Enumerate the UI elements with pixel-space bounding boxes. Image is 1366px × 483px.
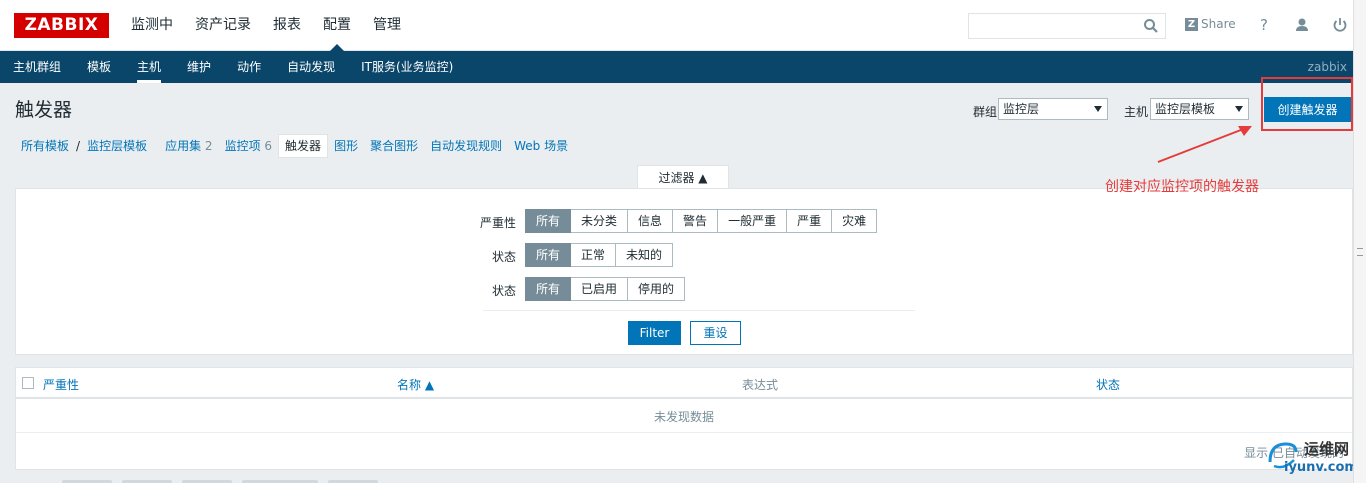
- power-icon[interactable]: [1331, 16, 1349, 34]
- annotation-arrow-icon: [1157, 126, 1252, 163]
- crumb-screens[interactable]: 聚合图形: [364, 135, 424, 157]
- annotation-text: 创建对应监控项的触发器: [1105, 179, 1259, 195]
- column-status[interactable]: 状态: [1096, 376, 1120, 393]
- empty-message: 未发现数据: [16, 401, 1352, 433]
- subnav-templates[interactable]: 模板: [74, 51, 124, 83]
- column-name[interactable]: 名称 ▲: [397, 376, 434, 393]
- crumb-web-scenarios[interactable]: Web 场景: [508, 135, 574, 157]
- crumb-template[interactable]: 监控层模板: [81, 135, 153, 157]
- menu-monitoring[interactable]: 监测中: [120, 0, 184, 51]
- status-disabled[interactable]: 停用的: [628, 277, 686, 301]
- menu-administration[interactable]: 管理: [362, 0, 412, 51]
- subnav-discovery[interactable]: 自动发现: [274, 51, 348, 83]
- zabbix-logo[interactable]: ZABBIX: [14, 13, 109, 38]
- watermark-url: iyunv.com: [1284, 460, 1358, 475]
- state-normal[interactable]: 正常: [571, 243, 617, 267]
- crumb-applications[interactable]: 应用集 2: [159, 135, 218, 157]
- severity-label: 严重性: [479, 216, 516, 230]
- severity-high[interactable]: 严重: [787, 209, 833, 233]
- crumb-triggers[interactable]: 触发器: [278, 134, 329, 158]
- crumb-applications-count: 2: [204, 139, 213, 153]
- host-select[interactable]: 监控层模板: [1150, 98, 1249, 120]
- page-scrollbar[interactable]: [1353, 0, 1366, 483]
- chevron-down-icon: [1094, 106, 1102, 112]
- status-segmented: 所有 已启用 停用的: [525, 277, 686, 301]
- chevron-down-icon: [1235, 106, 1243, 112]
- page-title: 触发器: [15, 99, 73, 121]
- crumb-items-label: 监控项: [224, 139, 261, 153]
- host-select-value: 监控层模板: [1155, 102, 1216, 116]
- severity-average[interactable]: 一般严重: [718, 209, 788, 233]
- reset-button[interactable]: 重设: [690, 321, 741, 345]
- severity-segmented: 所有 未分类 信息 警告 一般严重 严重 灾难: [525, 209, 878, 233]
- severity-all[interactable]: 所有: [525, 209, 572, 233]
- subnav-actions[interactable]: 动作: [224, 51, 274, 83]
- zabbix-share-icon: Z: [1185, 17, 1198, 31]
- status-enabled[interactable]: 已启用: [571, 277, 629, 301]
- state-label: 状态: [491, 250, 516, 264]
- filter-panel: 严重性 所有 未分类 信息 警告 一般严重 严重 灾难 状态 所有 正常 未知的…: [15, 188, 1353, 355]
- bottom-pager-strip: [0, 476, 1353, 483]
- crumb-items[interactable]: 监控项 6: [219, 135, 278, 157]
- group-select-value: 监控层: [1003, 102, 1040, 116]
- crumb-discovery-rules[interactable]: 自动发现规则: [424, 135, 508, 157]
- watermark-title: 运维网: [1304, 440, 1350, 458]
- search-icon[interactable]: [1143, 18, 1159, 34]
- search-input[interactable]: [968, 13, 1166, 39]
- filter-divider: [483, 310, 915, 311]
- watermark: 运维网 iyunv.com: [1264, 436, 1360, 480]
- crumb-all-templates[interactable]: 所有模板: [15, 135, 75, 157]
- subnav-it-services[interactable]: IT服务(业务监控): [348, 51, 466, 83]
- state-unknown[interactable]: 未知的: [616, 243, 674, 267]
- scrollbar-grip[interactable]: [1357, 248, 1363, 256]
- severity-information[interactable]: 信息: [628, 209, 674, 233]
- status-label: 状态: [491, 284, 516, 298]
- menu-inventory[interactable]: 资产记录: [184, 0, 262, 51]
- menu-configuration[interactable]: 配置: [312, 0, 362, 51]
- sub-navigation: 主机群组 模板 主机 维护 动作 自动发现 IT服务(业务监控) zabbix: [0, 51, 1353, 83]
- help-icon[interactable]: ?: [1255, 16, 1273, 34]
- top-header: ZABBIX 监测中 资产记录 报表 配置 管理 Z Share ?: [0, 0, 1353, 51]
- user-icon[interactable]: [1293, 16, 1311, 34]
- main-menu: 监测中 资产记录 报表 配置 管理: [120, 0, 412, 51]
- subnav-maintenance[interactable]: 维护: [174, 51, 224, 83]
- host-label: 主机: [1124, 105, 1149, 119]
- filter-button[interactable]: Filter: [628, 321, 681, 345]
- filter-tab[interactable]: 过滤器 ▲: [637, 165, 729, 189]
- triggers-table: 严重性 名称 ▲ 表达式 状态 未发现数据 显示 已自动发现的: [15, 367, 1353, 470]
- state-all[interactable]: 所有: [525, 243, 572, 267]
- severity-disaster[interactable]: 灾难: [832, 209, 878, 233]
- status-all[interactable]: 所有: [525, 277, 572, 301]
- crumb-applications-label: 应用集: [165, 139, 202, 153]
- annotation-highlight-box: [1261, 77, 1353, 131]
- state-segmented: 所有 正常 未知的: [525, 243, 674, 267]
- group-select[interactable]: 监控层: [998, 98, 1108, 120]
- subnav-host-groups[interactable]: 主机群组: [0, 51, 74, 83]
- column-expression: 表达式: [742, 378, 779, 392]
- group-label: 群组: [973, 105, 998, 119]
- crumb-graphs[interactable]: 图形: [328, 135, 364, 157]
- severity-warning[interactable]: 警告: [673, 209, 719, 233]
- select-all-checkbox[interactable]: [22, 377, 34, 389]
- share-link[interactable]: Z Share: [1185, 17, 1236, 31]
- table-header: 严重性 名称 ▲ 表达式 状态: [16, 368, 1352, 399]
- severity-not-classified[interactable]: 未分类: [571, 209, 629, 233]
- column-severity[interactable]: 严重性: [43, 376, 79, 393]
- crumb-items-count: 6: [264, 139, 273, 153]
- breadcrumb: 所有模板 / 监控层模板 应用集 2 监控项 6 触发器 图形 聚合图形 自动发…: [15, 134, 574, 158]
- subnav-hosts[interactable]: 主机: [124, 51, 174, 83]
- share-label: Share: [1201, 17, 1236, 31]
- menu-reports[interactable]: 报表: [262, 0, 312, 51]
